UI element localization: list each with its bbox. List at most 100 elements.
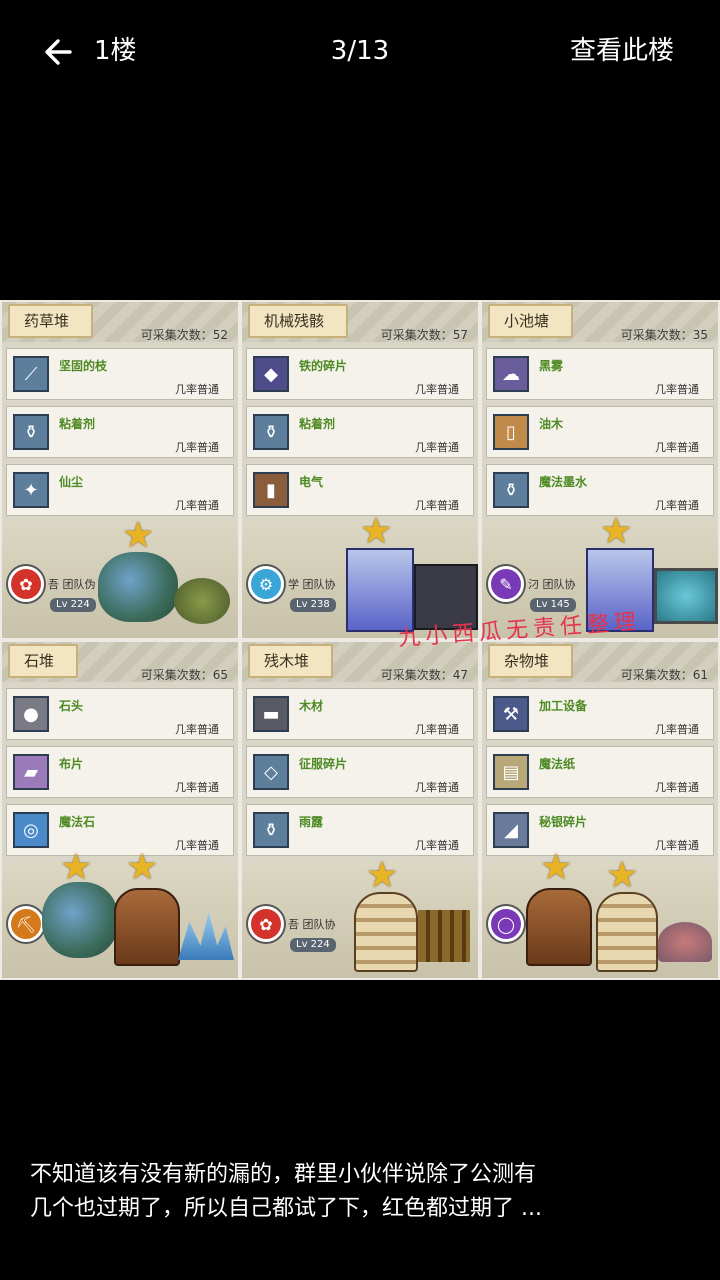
item-rate: 几率普通 xyxy=(655,723,699,736)
list-item: ◎ 魔法石几率普通 xyxy=(6,804,234,856)
item-rate: 几率普通 xyxy=(175,441,219,454)
list-item: ▮ 电气几率普通 xyxy=(246,464,474,516)
item-name: 黑雾 xyxy=(539,359,564,373)
branch-icon: ⟋ xyxy=(13,356,49,392)
collect-count: 可采集次数：61 xyxy=(620,668,708,682)
pickaxe-badge-icon: ⛏ xyxy=(8,906,44,942)
star-icon: ★ xyxy=(606,855,639,896)
panel-title: 石堆 xyxy=(8,644,79,678)
cloth-icon: ▰ xyxy=(13,754,49,790)
list-item: ⚱ 雨露 几率普通 xyxy=(246,804,474,856)
panel-title: 杂物堆 xyxy=(488,644,574,678)
item-name: 油木 xyxy=(539,417,564,431)
item-rate: 几率普通 xyxy=(415,499,459,512)
post-caption[interactable]: 不知道该有没有新的漏的，群里小伙伴说除了公测有 几个也过期了，所以自己都试了下，… xyxy=(30,1158,700,1226)
team-badge-icon: ⚙ xyxy=(248,566,284,602)
magic-stone-icon: ◎ xyxy=(13,812,49,848)
item-rate: 几率普通 xyxy=(415,441,459,454)
dew-bottle-icon: ⚱ xyxy=(253,812,289,848)
list-item: ◇ 征服碎片 几率普通 xyxy=(246,746,474,798)
star-icon: ★ xyxy=(540,847,573,888)
dust-icon: ✦ xyxy=(13,472,49,508)
list-item: ⟋ 坚固的枝 几率普通 xyxy=(6,348,234,400)
ink-bottle-icon: ⚱ xyxy=(493,472,529,508)
item-name: 魔法纸 xyxy=(539,757,576,771)
list-item: ▤ 魔法纸 几率普通 xyxy=(486,746,714,798)
panel-wood-pile: 残木堆 可采集次数：47 ▬ 木材 几率普通 ◇ 征服碎片 几率普通 ⚱ 雨露 几率普通 ✿… xyxy=(242,642,478,978)
collect-count: 可采集次数：35 xyxy=(620,328,708,342)
item-rate: 几率普通 xyxy=(175,839,219,852)
item-rate: 几率普通 xyxy=(655,839,699,852)
level-badge: Lv 238 xyxy=(290,598,336,612)
panel-title: 小池塘 xyxy=(488,304,574,338)
item-name: 石头 xyxy=(59,699,84,713)
iron-shard-icon: ◆ xyxy=(253,356,289,392)
caption-line: 几个也过期了，所以自己都试了下，红色都过期了 ... xyxy=(30,1196,542,1221)
item-rate: 几率普通 xyxy=(655,499,699,512)
item-name: 电气 xyxy=(299,475,324,489)
collect-count: 可采集次数：57 xyxy=(380,328,468,342)
list-item: ⚱ 粘着剂几率普通 xyxy=(6,406,234,458)
item-name: 仙尘 xyxy=(59,475,84,489)
level-badge: Lv 224 xyxy=(290,938,336,952)
collect-count: 可采集次数：65 xyxy=(140,668,228,682)
item-name: 粘着剂 xyxy=(59,417,96,431)
floor-label: 1楼 xyxy=(94,36,137,66)
team-label: 吾 团队伪 xyxy=(48,578,96,591)
star-icon: ★ xyxy=(122,515,155,556)
list-item: ● 石头 几率普通 xyxy=(6,688,234,740)
item-rate: 几率普通 xyxy=(415,839,459,852)
view-floor-button[interactable]: 查看此楼 xyxy=(570,34,674,68)
item-rate: 几率普通 xyxy=(175,383,219,396)
item-name: 征服碎片 xyxy=(299,757,348,771)
panel-small-pond: 小池塘 可采集次数：35 ☁ 黑雾 几率普通 ▯ 油木 几率普通 ⚱ 魔法墨水 几率普通 ✎… xyxy=(482,302,718,638)
panel-herb-pile: 药草堆 可采集次数：52 ⟋ 坚固的枝 几率普通 ⚱ 粘着剂 几率普通 ✦ 仙尘 几率普通 … xyxy=(2,302,238,638)
item-name: 魔法石 xyxy=(59,815,96,829)
list-item: ✦ 仙尘 几率普通 xyxy=(6,464,234,516)
item-name: 魔法墨水 xyxy=(539,475,588,489)
list-item: ⚱ 粘着剂 几率普通 xyxy=(246,406,474,458)
list-item: ◆ 铁的碎片几率普通 xyxy=(246,348,474,400)
tree-icon xyxy=(98,552,178,622)
mithril-icon: ◢ xyxy=(493,812,529,848)
team-badge-icon: ✿ xyxy=(8,566,44,602)
item-rate: 几率普通 xyxy=(415,723,459,736)
kiln-icon xyxy=(526,888,592,966)
star-icon: ★ xyxy=(366,855,399,896)
collect-count: 可采集次数：52 xyxy=(140,328,228,342)
item-rate: 几率普通 xyxy=(175,723,219,736)
bush-icon xyxy=(174,578,230,624)
back-arrow-icon[interactable] xyxy=(40,32,80,72)
wood-plank-icon: ▯ xyxy=(493,414,529,450)
list-item: ▯ 油木几率普通 xyxy=(486,406,714,458)
item-rate: 几率普通 xyxy=(175,781,219,794)
screenshot-image[interactable]: 药草堆 可采集次数：52 ⟋ 坚固的枝 几率普通 ⚱ 粘着剂 几率普通 ✦ 仙尘 几率普通 … xyxy=(0,300,720,980)
pond-icon xyxy=(654,568,718,624)
bottle-icon: ⚱ xyxy=(13,414,49,450)
list-item: ◢ 秘银碎片几率普通 xyxy=(486,804,714,856)
tree-icon xyxy=(42,882,118,958)
kiln-icon xyxy=(114,888,180,966)
battery-icon: ▮ xyxy=(253,472,289,508)
item-name: 秘银碎片 xyxy=(539,815,588,829)
item-rate: 几率普通 xyxy=(655,441,699,454)
tower-icon xyxy=(354,892,418,972)
panel-machine-wreck: 机械残骸 可采集次数：57 ◆ 铁的碎片 几率普通 ⚱ 粘着剂 几率普通 ▮ 电气 几率普通… xyxy=(242,302,478,638)
paper-icon: ▤ xyxy=(493,754,529,790)
item-rate: 几率普通 xyxy=(415,781,459,794)
device-icon: ⚒ xyxy=(493,696,529,732)
log-icon: ▬ xyxy=(253,696,289,732)
list-item: ⚱ 魔法墨水几率普通 xyxy=(486,464,714,516)
item-name: 木材 xyxy=(299,699,324,713)
search-badge-icon: ◯ xyxy=(488,906,524,942)
item-name: 加工设备 xyxy=(539,699,588,713)
woodpile-icon xyxy=(418,910,470,962)
item-name: 铁的碎片 xyxy=(299,359,348,373)
panel-stone-pile: 石堆 可采集次数：65 ● 石头 几率普通 ▰ 布片 几率普通 ◎ 魔法石 几率普通 ⛏ ★… xyxy=(2,642,238,978)
collect-count: 可采集次数：47 xyxy=(380,668,468,682)
list-item: ▬ 木材几率普通 xyxy=(246,688,474,740)
item-rate: 几率普通 xyxy=(415,383,459,396)
item-name: 粘着剂 xyxy=(299,417,336,431)
junk-heap-icon xyxy=(658,922,712,962)
list-item: ☁ 黑雾 几率普通 xyxy=(486,348,714,400)
